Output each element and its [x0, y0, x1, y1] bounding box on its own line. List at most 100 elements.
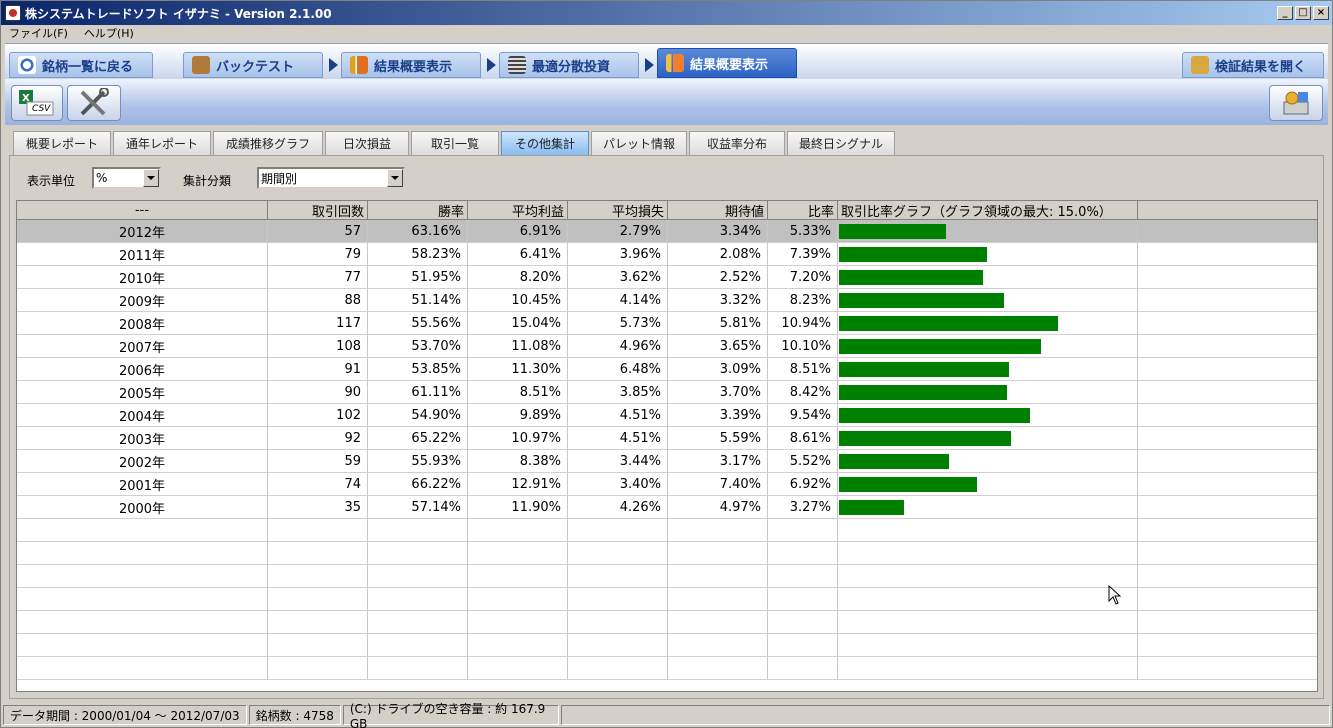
empty-cell: [17, 565, 268, 588]
header-win-rate[interactable]: 勝率: [368, 201, 468, 220]
table-row[interactable]: 2007年 108 53.70% 11.08% 4.96% 3.65% 10.10%: [17, 335, 1317, 358]
empty-cell: [838, 519, 1138, 542]
table-row[interactable]: 2003年 92 65.22% 10.97% 4.51% 5.59% 8.61%: [17, 427, 1317, 450]
ratio-bar: [839, 499, 904, 515]
ratio-bar: [839, 223, 946, 239]
empty-cell: [568, 565, 668, 588]
unit-select[interactable]: %: [92, 167, 161, 189]
cell-avg-loss: 3.62%: [568, 266, 668, 289]
cell-avg-loss: 4.14%: [568, 289, 668, 312]
settings-tools-button[interactable]: [67, 85, 121, 121]
empty-cell: [568, 519, 668, 542]
empty-cell: [268, 657, 368, 680]
tab-8[interactable]: 最終日シグナル: [787, 131, 895, 155]
table-row[interactable]: 2006年 91 53.85% 11.30% 6.48% 3.09% 8.51%: [17, 358, 1317, 381]
csv-export-button[interactable]: X CSV: [11, 85, 63, 121]
cell-count: 92: [268, 427, 368, 450]
results-table[interactable]: --- 取引回数 勝率 平均利益 平均損失 期待値 比率 取引比率グラフ（グラフ…: [16, 200, 1318, 692]
maximize-button[interactable]: □: [1295, 6, 1311, 20]
table-row[interactable]: 2005年 90 61.11% 8.51% 3.85% 3.70% 8.42%: [17, 381, 1317, 404]
menu-help[interactable]: ヘルプ(H): [84, 25, 134, 41]
empty-row: [17, 519, 1317, 542]
header-ratio-graph[interactable]: 取引比率グラフ（グラフ領域の最大: 15.0%）: [838, 201, 1138, 220]
chevron-down-icon[interactable]: [387, 169, 403, 187]
cell-filler: [1138, 450, 1317, 473]
header-avg-loss[interactable]: 平均損失: [568, 201, 668, 220]
cell-avg-loss: 3.96%: [568, 243, 668, 266]
tab-7[interactable]: 収益率分布: [689, 131, 785, 155]
cell-ratio: 10.10%: [768, 335, 838, 358]
header-trade-count[interactable]: 取引回数: [268, 201, 368, 220]
empty-cell: [668, 588, 768, 611]
empty-cell: [568, 542, 668, 565]
empty-cell: [768, 634, 838, 657]
cell-ratio-graph: [838, 243, 1138, 266]
cell-ratio-graph: [838, 335, 1138, 358]
table-row[interactable]: 2010年 77 51.95% 8.20% 3.62% 2.52% 7.20%: [17, 266, 1317, 289]
tab-2[interactable]: 成績推移グラフ: [213, 131, 323, 155]
tab-4[interactable]: 取引一覧: [411, 131, 499, 155]
cell-filler: [1138, 496, 1317, 519]
nav-step-summary-active[interactable]: 結果概要表示: [657, 48, 797, 78]
table-row[interactable]: 2000年 35 57.14% 11.90% 4.26% 4.97% 3.27%: [17, 496, 1317, 519]
table-row[interactable]: 2012年 57 63.16% 6.91% 2.79% 3.34% 5.33%: [17, 220, 1317, 243]
close-button[interactable]: ×: [1313, 6, 1329, 20]
empty-cell: [668, 634, 768, 657]
tab-0[interactable]: 概要レポート: [13, 131, 111, 155]
empty-cell: [1138, 634, 1317, 657]
nav-step-summary[interactable]: 結果概要表示: [341, 52, 481, 78]
cell-count: 74: [268, 473, 368, 496]
table-row[interactable]: 2004年 102 54.90% 9.89% 4.51% 3.39% 9.54%: [17, 404, 1317, 427]
table-row[interactable]: 2011年 79 58.23% 6.41% 3.96% 2.08% 7.39%: [17, 243, 1317, 266]
empty-cell: [1138, 588, 1317, 611]
chevron-down-icon[interactable]: [143, 169, 159, 187]
table-row[interactable]: 2008年 117 55.56% 15.04% 5.73% 5.81% 10.94%: [17, 312, 1317, 335]
cell-expect: 3.34%: [668, 220, 768, 243]
title-bar: 株システムトレードソフト イザナミ - Version 2.1.00 _ □ ×: [1, 1, 1332, 25]
category-label: 集計分類: [183, 174, 232, 188]
menu-file[interactable]: ファイル(F): [9, 25, 68, 41]
ratio-bar: [839, 453, 949, 469]
open-results-button[interactable]: 検証結果を開く: [1182, 52, 1324, 78]
header-avg-profit[interactable]: 平均利益: [468, 201, 568, 220]
minimize-button[interactable]: _: [1277, 6, 1293, 20]
table-row[interactable]: 2009年 88 51.14% 10.45% 4.14% 3.32% 8.23%: [17, 289, 1317, 312]
cell-win: 66.22%: [368, 473, 468, 496]
header-expected-value[interactable]: 期待値: [668, 201, 768, 220]
tab-1[interactable]: 通年レポート: [113, 131, 211, 155]
money-icon: [1283, 91, 1309, 115]
cell-count: 102: [268, 404, 368, 427]
header-ratio[interactable]: 比率: [768, 201, 838, 220]
cell-avg-loss: 5.73%: [568, 312, 668, 335]
table-row[interactable]: 2002年 59 55.93% 8.38% 3.44% 3.17% 5.52%: [17, 450, 1317, 473]
money-box-button[interactable]: [1269, 85, 1323, 121]
empty-cell: [838, 611, 1138, 634]
tab-6[interactable]: パレット情報: [591, 131, 687, 155]
cell-count: 57: [268, 220, 368, 243]
empty-row: [17, 542, 1317, 565]
cell-avg-loss: 4.96%: [568, 335, 668, 358]
tab-3[interactable]: 日次損益: [325, 131, 409, 155]
cell-avg-profit: 12.91%: [468, 473, 568, 496]
table-row[interactable]: 2001年 74 66.22% 12.91% 3.40% 7.40% 6.92%: [17, 473, 1317, 496]
cell-avg-loss: 3.40%: [568, 473, 668, 496]
category-select[interactable]: 期間別: [257, 167, 405, 189]
empty-cell: [468, 634, 568, 657]
nav-step-backtest[interactable]: バックテスト: [183, 52, 323, 78]
empty-row: [17, 657, 1317, 680]
table-body: 2012年 57 63.16% 6.91% 2.79% 3.34% 5.33% 2011年 79…: [17, 220, 1317, 680]
cell-ratio: 8.51%: [768, 358, 838, 381]
empty-cell: [368, 634, 468, 657]
cell-period: 2002年: [17, 450, 268, 473]
cell-count: 35: [268, 496, 368, 519]
cell-period: 2005年: [17, 381, 268, 404]
empty-cell: [838, 634, 1138, 657]
empty-cell: [1138, 519, 1317, 542]
empty-cell: [668, 657, 768, 680]
cell-avg-profit: 8.20%: [468, 266, 568, 289]
cell-period: 2007年: [17, 335, 268, 358]
back-to-list-button[interactable]: 銘柄一覧に戻る: [9, 52, 153, 78]
header-period[interactable]: ---: [17, 201, 268, 220]
nav-step-optimal-distribution[interactable]: 最適分散投資: [499, 52, 639, 78]
tab-5[interactable]: その他集計: [501, 131, 589, 155]
